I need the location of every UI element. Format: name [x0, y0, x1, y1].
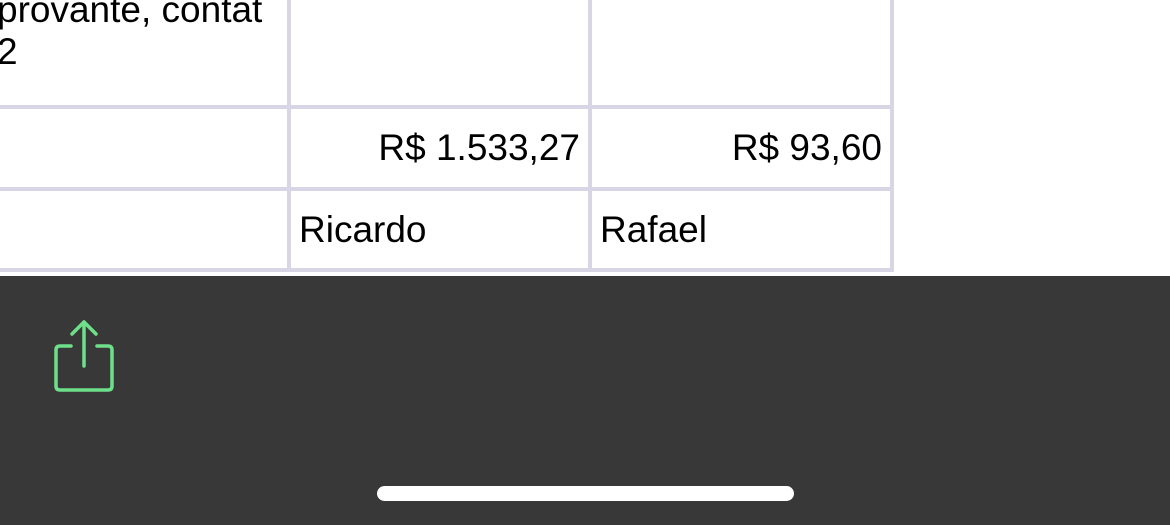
table-cell[interactable] — [0, 187, 291, 272]
spreadsheet-area[interactable]: provante, contat 2 R$ 1.533,27 R$ 93,60 … — [0, 0, 1170, 276]
table-cell[interactable]: provante, contat 2 — [0, 0, 291, 109]
table-cell[interactable] — [287, 0, 592, 109]
share-icon — [54, 320, 114, 392]
spreadsheet-table: provante, contat 2 R$ 1.533,27 R$ 93,60 … — [0, 0, 894, 272]
table-row: R$ 1.533,27 R$ 93,60 — [0, 105, 894, 191]
share-button[interactable] — [50, 318, 118, 394]
table-cell[interactable] — [588, 0, 894, 109]
name-cell[interactable]: Ricardo — [287, 187, 592, 272]
bottom-toolbar — [0, 276, 1170, 525]
amount-cell[interactable]: R$ 1.533,27 — [287, 105, 592, 191]
name-cell[interactable]: Rafael — [588, 187, 894, 272]
table-cell[interactable] — [0, 105, 291, 191]
table-row: Ricardo Rafael — [0, 187, 894, 272]
app-viewport: provante, contat 2 R$ 1.533,27 R$ 93,60 … — [0, 0, 1170, 525]
home-indicator[interactable] — [377, 486, 794, 501]
amount-cell[interactable]: R$ 93,60 — [588, 105, 894, 191]
table-row: provante, contat 2 — [0, 0, 894, 109]
